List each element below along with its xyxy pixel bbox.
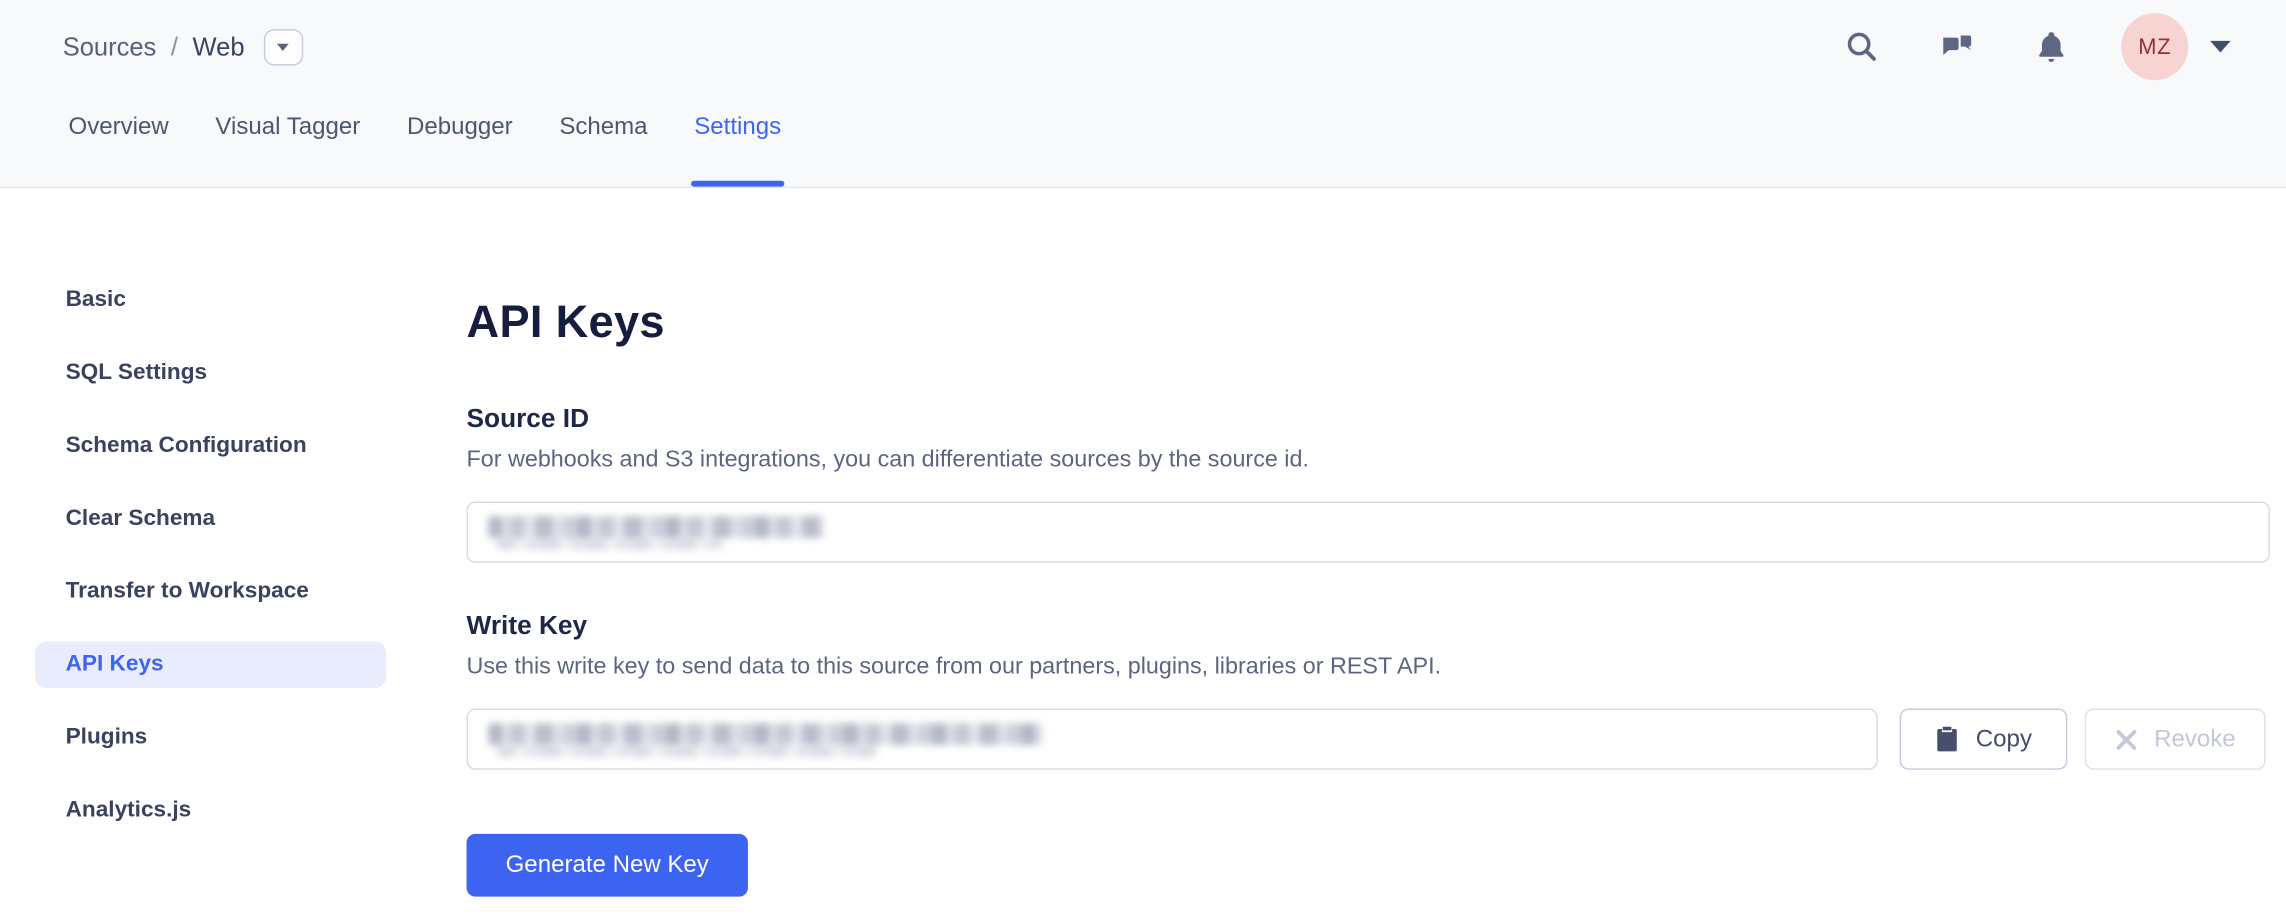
api-keys-panel: API Keys Source ID For webhooks and S3 i… [467,188,2270,914]
sidebar-item-analytics-js[interactable]: Analytics.js [35,787,386,834]
generate-new-key-button[interactable]: Generate New Key [467,834,748,897]
copy-button[interactable]: Copy [1900,709,2068,770]
tab-visual-tagger[interactable]: Visual Tagger [215,114,360,187]
write-key-input[interactable] [467,709,1878,770]
sidebar-item-plugins[interactable]: Plugins [35,714,386,761]
revoke-button-label: Revoke [2154,725,2236,753]
chevron-down-icon [277,43,289,50]
breadcrumb-sources-link[interactable]: Sources [63,31,157,62]
sidebar-item-clear-schema[interactable]: Clear Schema [35,496,386,543]
write-key-description: Use this write key to send data to this … [467,655,1442,681]
chat-icon[interactable] [1940,31,1972,63]
source-id-description: For webhooks and S3 integrations, you ca… [467,448,1309,474]
sidebar-item-transfer-to-workspace[interactable]: Transfer to Workspace [35,569,386,616]
source-id-value-redacted [488,516,823,538]
breadcrumb-current-source: Web [193,31,245,62]
revoke-button[interactable]: Revoke [2085,709,2266,770]
write-key-heading: Write Key [467,611,588,642]
sidebar-item-schema-configuration[interactable]: Schema Configuration [35,423,386,470]
sidebar-item-sql-settings[interactable]: SQL Settings [35,350,386,397]
generate-new-key-label: Generate New Key [506,851,709,879]
page-title: API Keys [467,296,665,348]
app-window: Sources / Web MZ Overview Visual Tagger … [0,0,2286,914]
top-navigation-bar: Sources / Web MZ Overview Visual Tagger … [0,0,2286,188]
breadcrumb-separator: / [171,31,178,62]
x-icon [2115,728,2137,750]
breadcrumb: Sources / Web [63,25,303,69]
sidebar-item-api-keys[interactable]: API Keys [35,641,386,688]
tab-settings[interactable]: Settings [694,114,781,187]
write-key-value-redacted [488,723,1042,745]
sidebar-item-basic[interactable]: Basic [35,277,386,324]
chevron-down-icon[interactable] [2210,41,2230,53]
source-tabs: Overview Visual Tagger Debugger Schema S… [69,114,782,187]
tab-debugger[interactable]: Debugger [407,114,513,187]
settings-sidebar: Basic SQL Settings Schema Configuration … [0,188,432,860]
header-actions: MZ [1846,13,2231,80]
source-switcher-button[interactable] [264,28,303,64]
search-icon[interactable] [1846,31,1878,63]
tab-overview[interactable]: Overview [69,114,169,187]
clipboard-icon [1935,725,1960,754]
tab-schema[interactable]: Schema [559,114,647,187]
source-id-heading: Source ID [467,404,590,435]
copy-button-label: Copy [1976,725,2032,753]
source-id-input[interactable] [467,502,2270,563]
bell-icon[interactable] [2035,31,2067,63]
avatar[interactable]: MZ [2121,13,2188,80]
